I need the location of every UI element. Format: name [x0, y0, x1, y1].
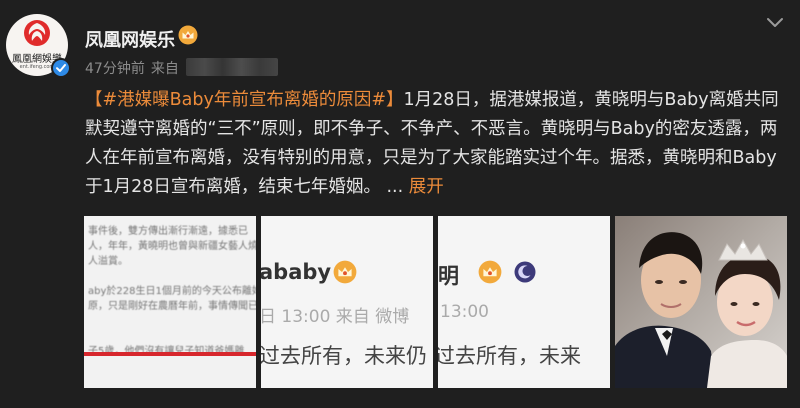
verified-badge-icon	[51, 58, 71, 78]
screenshot-quote: 过去所有，未来仍	[261, 344, 427, 368]
screenshot-quote: 过去所有，未来	[438, 344, 581, 368]
article-text-line: 原，只是剛好在農曆年前，事情傳聞已	[88, 301, 256, 312]
couple-photo-image	[615, 216, 787, 388]
screenshot-time: 日 13:00 来自 微博	[261, 307, 410, 327]
chevron-down-icon[interactable]	[766, 16, 784, 30]
article-text-line: 人溢賞。	[88, 256, 128, 267]
article-red-divider	[84, 352, 256, 356]
article-text-line: 人，年年，黃曉明也曾與新疆女藝人燒	[88, 241, 256, 252]
blurred-source	[186, 58, 278, 76]
author-name[interactable]: 凤凰网娱乐	[85, 26, 175, 52]
crown-icon	[333, 260, 357, 284]
thumbnail-couple-photo[interactable]	[615, 216, 787, 388]
ellipsis: ...	[380, 177, 409, 197]
screenshot-time: 13:00	[440, 302, 489, 322]
article-text-line: aby於228生日1個月前的今天公布離婚	[88, 286, 256, 297]
crown-icon	[478, 260, 502, 284]
hashtag-link[interactable]: 【#港媒曝Baby年前宣布离婚的原因#】	[85, 90, 404, 110]
post-time[interactable]: 47分钟前	[85, 61, 145, 77]
crown-icon[interactable]	[178, 25, 198, 45]
screenshot-username: 明	[438, 264, 459, 288]
post-meta: 47分钟前 来自	[85, 58, 179, 78]
screenshot-username: ababy	[261, 260, 332, 284]
thumbnail-news-article[interactable]: 事件後，雙方傳出漸行漸遠，據悉已 人，年年，黃曉明也曾與新疆女藝人燒 人溢賞。 aby…	[84, 216, 256, 388]
phoenix-logo-icon	[24, 20, 50, 46]
thumbnail-weibo-screenshot-1[interactable]: ababy 日 13:00 来自 微博 过去所有，未来仍	[261, 216, 433, 388]
article-text-line: 事件後，雙方傳出漸行漸遠，據悉已	[88, 226, 248, 237]
thumbnail-weibo-screenshot-2[interactable]: 明 13:00 过去所有，未来	[438, 216, 610, 388]
expand-link[interactable]: 展开	[409, 177, 444, 197]
post-body: 【#港媒曝Baby年前宣布离婚的原因#】1月28日，据港媒报道，黄晓明与Baby…	[85, 86, 785, 202]
post-source-label: 来自	[150, 61, 179, 77]
weibo-post-card: 鳳凰網娛樂 ent.ifeng.com 凤凰网娱乐 47分钟前 来自 【#港媒曝B…	[0, 0, 800, 408]
night-badge-icon	[514, 261, 536, 283]
